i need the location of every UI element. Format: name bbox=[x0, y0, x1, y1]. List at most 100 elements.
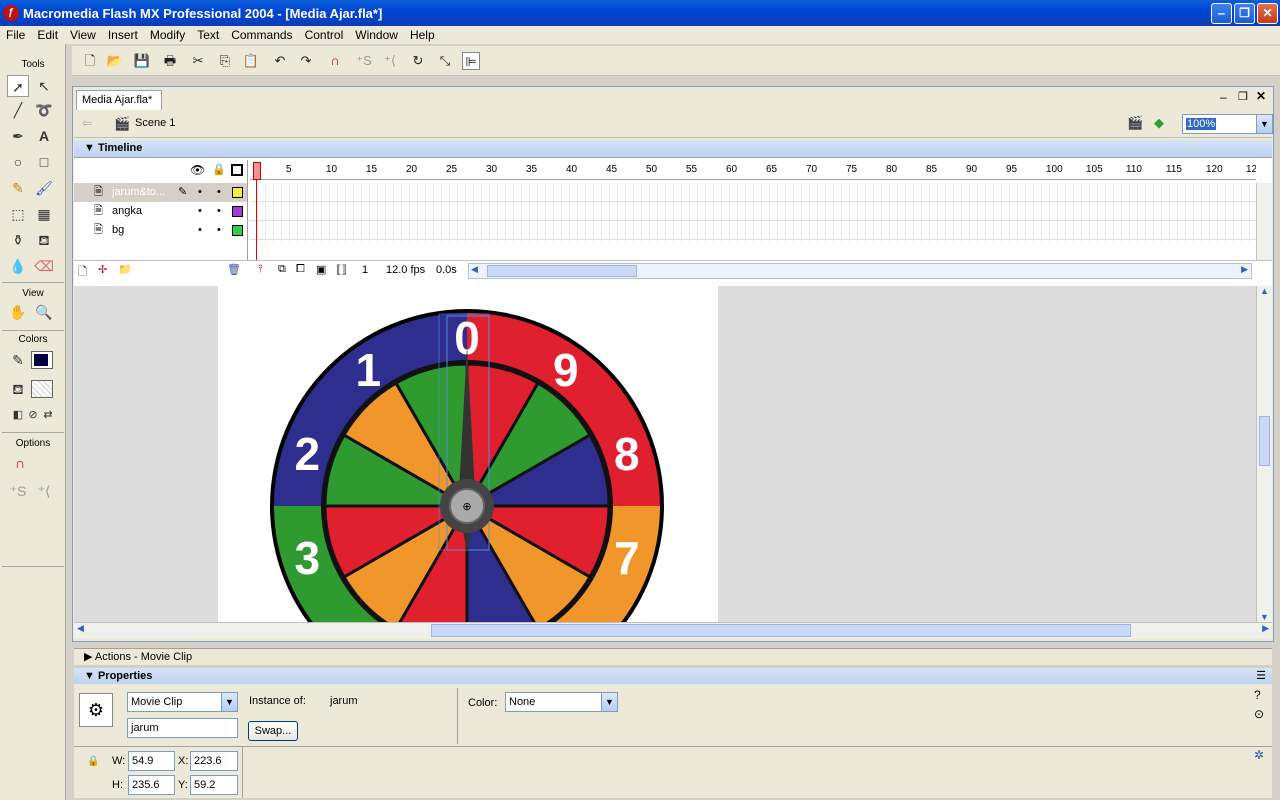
layer-color-swatch[interactable] bbox=[232, 187, 243, 198]
frames-grid[interactable]: 1510152025303540455055606570758085909510… bbox=[250, 160, 1256, 260]
doc-close-icon[interactable]: ✕ bbox=[1256, 89, 1266, 103]
restore-button[interactable]: ❐ bbox=[1234, 3, 1255, 24]
minimize-button[interactable]: ‒ bbox=[1211, 3, 1232, 24]
delete-layer-icon[interactable]: 🗑 bbox=[227, 263, 241, 276]
insert-folder-icon[interactable]: 📁 bbox=[118, 263, 132, 276]
pencil-tool-icon[interactable]: ✎ bbox=[7, 177, 29, 199]
menu-file[interactable]: File bbox=[0, 28, 31, 42]
properties-header[interactable]: ▼ Properties ☰ bbox=[74, 668, 1272, 684]
timeline-vscroll[interactable] bbox=[1256, 183, 1272, 260]
outline-icon[interactable] bbox=[231, 164, 243, 176]
actions-panel-header[interactable]: ▶ Actions - Movie Clip bbox=[74, 648, 1272, 665]
instance-name-input[interactable]: jarum bbox=[127, 718, 238, 738]
cut-icon[interactable]: ✂ bbox=[189, 52, 207, 70]
snap-magnet-toolbar-icon[interactable]: ∩ bbox=[326, 52, 344, 70]
fill-transform-tool-icon[interactable]: ▦ bbox=[33, 203, 55, 225]
frame-cells[interactable] bbox=[250, 183, 1256, 243]
edit-scene-icon[interactable]: 🎬 bbox=[1127, 115, 1143, 131]
subselect-tool-icon[interactable]: ↖ bbox=[33, 75, 55, 97]
y-input[interactable]: 59.2 bbox=[190, 775, 238, 795]
stage[interactable]: 0123789 ⊕ bbox=[218, 286, 718, 622]
text-tool-icon[interactable]: A bbox=[33, 125, 55, 147]
fill-color-swatch[interactable] bbox=[31, 380, 53, 398]
scroll-right-icon[interactable]: ▶ bbox=[1241, 264, 1248, 275]
constrain-lock-icon[interactable]: 🔒 bbox=[87, 756, 99, 767]
stage-vscroll[interactable]: ▲ ▼ bbox=[1256, 286, 1272, 622]
insert-layer-icon[interactable]: 🗋 bbox=[78, 263, 87, 282]
menu-insert[interactable]: Insert bbox=[102, 28, 144, 42]
menu-window[interactable]: Window bbox=[349, 28, 404, 42]
paint-bucket-tool-icon[interactable]: ⛾ bbox=[33, 229, 55, 251]
copy-icon[interactable]: ⎘ bbox=[216, 52, 234, 70]
menu-edit[interactable]: Edit bbox=[31, 28, 64, 42]
close-button[interactable]: ✕ bbox=[1257, 3, 1278, 24]
menu-view[interactable]: View bbox=[64, 28, 102, 42]
accessibility-icon[interactable]: ⊙ bbox=[1254, 707, 1264, 721]
free-transform-tool-icon[interactable]: ⬚ bbox=[7, 203, 29, 225]
brush-tool-icon[interactable]: 🖌 bbox=[33, 177, 55, 199]
hand-tool-icon[interactable]: ✋ bbox=[7, 301, 29, 323]
menu-text[interactable]: Text bbox=[191, 28, 225, 42]
arrow-tool-icon[interactable]: ➚ bbox=[7, 75, 29, 97]
scroll-left-icon[interactable]: ◀ bbox=[471, 264, 478, 275]
frame-ruler[interactable]: 1510152025303540455055606570758085909510… bbox=[250, 160, 1256, 180]
lock-icon[interactable]: 🔒 bbox=[212, 163, 226, 176]
doc-minimize-icon[interactable]: ‒ bbox=[1220, 90, 1227, 104]
open-file-icon[interactable]: 📂 bbox=[106, 52, 124, 70]
paste-icon[interactable]: 📋 bbox=[242, 52, 260, 70]
line-tool-icon[interactable]: ╱ bbox=[7, 99, 29, 121]
eyedropper-tool-icon[interactable]: 💧 bbox=[7, 255, 29, 277]
print-icon[interactable]: 🖶 bbox=[161, 52, 179, 70]
width-input[interactable]: 54.9 bbox=[128, 751, 175, 771]
stroke-color-swatch[interactable] bbox=[31, 351, 53, 369]
onion-outline-icon[interactable]: ⧠ bbox=[296, 263, 305, 276]
layer-row[interactable]: 🗎 angka • • bbox=[74, 202, 248, 221]
save-icon[interactable]: 💾 bbox=[133, 52, 151, 70]
add-motion-guide-icon[interactable]: ✢ bbox=[98, 263, 107, 276]
oval-tool-icon[interactable]: ○ bbox=[7, 151, 29, 173]
frame-rate[interactable]: 12.0 fps bbox=[386, 264, 425, 276]
zoom-select[interactable]: 100% ▼ bbox=[1182, 114, 1273, 134]
scene-name[interactable]: Scene 1 bbox=[135, 117, 175, 129]
smooth-icon[interactable]: ⁺S bbox=[7, 480, 29, 502]
scale-icon[interactable]: ⤡ bbox=[436, 52, 454, 70]
x-input[interactable]: 223.6 bbox=[190, 751, 238, 771]
swap-colors-icon[interactable]: ⇄ bbox=[37, 404, 59, 426]
menu-commands[interactable]: Commands bbox=[225, 28, 298, 42]
help-icon[interactable]: ? bbox=[1254, 688, 1261, 702]
eye-icon[interactable]: 👁 bbox=[190, 163, 205, 177]
straighten-toolbar-icon[interactable]: ⁺⟨ bbox=[381, 52, 399, 70]
scroll-thumb[interactable] bbox=[487, 265, 637, 277]
timeline-header[interactable]: ▼ Timeline bbox=[74, 140, 1272, 157]
symbol-type-select[interactable]: Movie Clip ▼ bbox=[127, 692, 238, 712]
redo-icon[interactable]: ↷ bbox=[297, 52, 315, 70]
zoom-tool-icon[interactable]: 🔍 bbox=[33, 301, 55, 323]
layer-color-swatch[interactable] bbox=[232, 225, 243, 236]
playhead[interactable] bbox=[253, 162, 261, 180]
layer-row[interactable]: 🗎 jarum&to... ✎ • • bbox=[74, 183, 248, 202]
layer-color-swatch[interactable] bbox=[232, 206, 243, 217]
accessibility-panel-icon[interactable]: ✲ bbox=[1254, 748, 1264, 762]
lasso-tool-icon[interactable]: ➰ bbox=[33, 99, 55, 121]
straighten-icon[interactable]: ⁺⟨ bbox=[33, 480, 55, 502]
scroll-down-icon[interactable]: ▼ bbox=[1260, 612, 1269, 622]
spinner-wheel[interactable]: 0123 789 ⊕ bbox=[218, 286, 718, 622]
rotate-icon[interactable]: ↻ bbox=[409, 52, 427, 70]
scroll-thumb[interactable] bbox=[431, 624, 1131, 637]
swap-button[interactable]: Swap... bbox=[248, 721, 298, 741]
modify-markers-icon[interactable]: ⟦⟧ bbox=[336, 263, 347, 276]
color-effect-select[interactable]: None ▼ bbox=[505, 692, 618, 712]
rectangle-tool-icon[interactable]: □ bbox=[33, 151, 55, 173]
scroll-right-icon[interactable]: ▶ bbox=[1262, 623, 1269, 634]
snap-magnet-icon[interactable]: ∩ bbox=[9, 452, 31, 474]
document-tab[interactable]: Media Ajar.fla* bbox=[76, 90, 162, 110]
edit-multiple-icon[interactable]: ▣ bbox=[316, 263, 326, 276]
undo-icon[interactable]: ↶ bbox=[271, 52, 289, 70]
layer-row[interactable]: 🗎 bg • • bbox=[74, 221, 248, 240]
ink-bottle-tool-icon[interactable]: ⚱ bbox=[7, 229, 29, 251]
center-frame-icon[interactable]: ⫯ bbox=[258, 263, 263, 276]
menu-help[interactable]: Help bbox=[404, 28, 441, 42]
back-arrow-icon[interactable]: ⇦ bbox=[82, 116, 92, 130]
scroll-left-icon[interactable]: ◀ bbox=[77, 623, 84, 634]
stroke-color-icon[interactable]: ✎ bbox=[7, 349, 29, 371]
